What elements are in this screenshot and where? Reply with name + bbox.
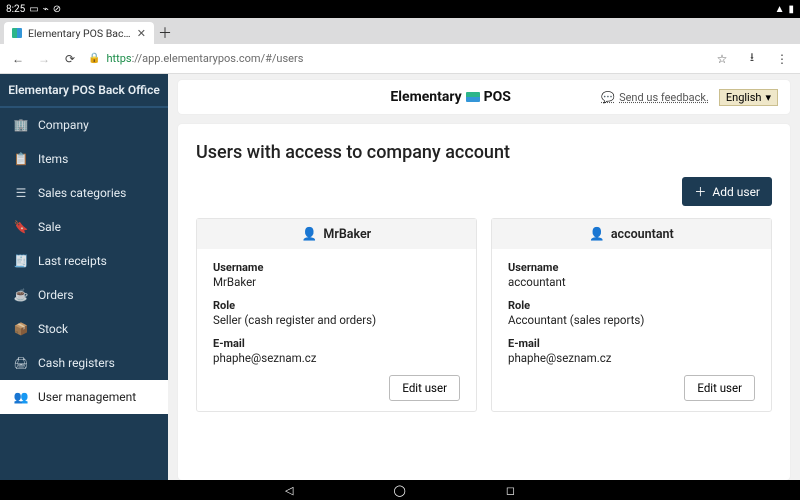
- layers-icon: ☰: [14, 186, 28, 200]
- user-card-header: 👤 MrBaker: [197, 219, 476, 249]
- users-icon: 👥: [14, 390, 28, 404]
- sidebar: Elementary POS Back Office 🏢 Company 📋 I…: [0, 74, 168, 480]
- label-username: Username: [213, 261, 460, 274]
- user-card: 👤 MrBaker Username MrBaker Role Seller (…: [196, 218, 477, 412]
- nav-recent-icon[interactable]: ◻: [506, 484, 515, 497]
- sidebar-item-items[interactable]: 📋 Items: [0, 142, 168, 176]
- back-button[interactable]: ←: [10, 52, 26, 66]
- chat-icon: 💬: [601, 91, 615, 104]
- person-icon: 👤: [589, 227, 605, 242]
- user-cards: 👤 MrBaker Username MrBaker Role Seller (…: [196, 218, 772, 412]
- nav-back-icon[interactable]: ◁: [285, 484, 293, 497]
- brand-text-a: Elementary: [390, 89, 461, 105]
- brand-bars-icon: [466, 92, 480, 102]
- menu-button[interactable]: ⋮: [774, 52, 790, 66]
- sidebar-item-label: User management: [38, 390, 136, 404]
- value-username: MrBaker: [213, 275, 460, 289]
- browser-toolbar: ← → ⟳ 🔒 https://app.elementarypos.com/#/…: [0, 44, 800, 74]
- tag-icon: 🔖: [14, 220, 28, 234]
- brand-logo: Elementary POS: [310, 89, 591, 105]
- download-button[interactable]: ⭳: [744, 48, 760, 69]
- add-user-button[interactable]: ＋ Add user: [682, 177, 772, 206]
- value-username: accountant: [508, 275, 755, 289]
- sidebar-item-label: Stock: [38, 322, 68, 336]
- sidebar-item-last-receipts[interactable]: 🧾 Last receipts: [0, 244, 168, 278]
- status-icon-block: ⊘: [53, 4, 61, 15]
- sidebar-item-label: Last receipts: [38, 254, 107, 268]
- sidebar-item-label: Cash registers: [38, 356, 115, 370]
- sidebar-header: Elementary POS Back Office: [0, 74, 168, 108]
- edit-user-button[interactable]: Edit user: [389, 375, 460, 401]
- main-area: Elementary POS 💬 Send us feedback. Engli…: [168, 74, 800, 480]
- new-tab-button[interactable]: ＋: [154, 22, 176, 44]
- edit-user-button[interactable]: Edit user: [684, 375, 755, 401]
- sidebar-item-user-management[interactable]: 👥 User management: [0, 380, 168, 414]
- user-card: 👤 accountant Username accountant Role Ac…: [491, 218, 772, 412]
- person-icon: 👤: [302, 227, 318, 242]
- building-icon: 🏢: [14, 118, 28, 132]
- value-email: phaphe@seznam.cz: [508, 351, 755, 365]
- forward-button[interactable]: →: [36, 52, 52, 66]
- value-role: Accountant (sales reports): [508, 313, 755, 327]
- sidebar-item-label: Company: [38, 118, 89, 132]
- android-status-bar: 8:25 ▭ ⌁ ⊘ ▲ ▮: [0, 0, 800, 18]
- send-feedback-link[interactable]: 💬 Send us feedback.: [601, 91, 709, 104]
- chevron-down-icon: ▾: [765, 91, 771, 104]
- sidebar-item-orders[interactable]: ☕ Orders: [0, 278, 168, 312]
- label-username: Username: [508, 261, 755, 274]
- cup-icon: ☕: [14, 288, 28, 302]
- box-icon: 📦: [14, 322, 28, 336]
- user-display-name: MrBaker: [323, 227, 371, 242]
- status-time: 8:25: [6, 4, 25, 15]
- cash-register-icon: 🖨: [14, 356, 28, 370]
- user-card-header: 👤 accountant: [492, 219, 771, 249]
- add-user-label: Add user: [712, 185, 760, 199]
- feedback-label: Send us feedback.: [619, 91, 709, 104]
- app-viewport: Elementary POS Back Office 🏢 Company 📋 I…: [0, 74, 800, 480]
- android-nav-bar: ◁ ◯ ◻: [0, 480, 800, 500]
- sidebar-item-sales-categories[interactable]: ☰ Sales categories: [0, 176, 168, 210]
- clipboard-icon: 📋: [14, 152, 28, 166]
- tab-favicon: [12, 28, 22, 38]
- wifi-icon: ▲: [775, 4, 785, 15]
- label-email: E-mail: [213, 337, 460, 350]
- sidebar-item-label: Sale: [38, 220, 61, 234]
- status-icon-card: ▭: [29, 4, 38, 15]
- tab-title: Elementary POS Back office: [28, 27, 131, 40]
- sidebar-item-label: Items: [38, 152, 68, 166]
- language-label: English: [726, 91, 762, 104]
- user-display-name: accountant: [611, 227, 674, 242]
- url-bar[interactable]: 🔒 https://app.elementarypos.com/#/users: [88, 52, 704, 65]
- brand-text-b: POS: [484, 89, 511, 105]
- receipt-icon: 🧾: [14, 254, 28, 268]
- sidebar-item-label: Orders: [38, 288, 74, 302]
- value-email: phaphe@seznam.cz: [213, 351, 460, 365]
- sidebar-item-company[interactable]: 🏢 Company: [0, 108, 168, 142]
- bookmark-button[interactable]: ☆: [714, 52, 730, 66]
- browser-tab[interactable]: Elementary POS Back office ✕: [4, 22, 154, 44]
- label-email: E-mail: [508, 337, 755, 350]
- reload-button[interactable]: ⟳: [62, 52, 78, 66]
- content-panel: Users with access to company account ＋ A…: [178, 124, 790, 480]
- value-role: Seller (cash register and orders): [213, 313, 460, 327]
- sidebar-item-label: Sales categories: [38, 186, 126, 200]
- url-proto: https: [106, 52, 131, 65]
- plus-icon: ＋: [694, 183, 706, 200]
- app-topbar: Elementary POS 💬 Send us feedback. Engli…: [178, 80, 790, 114]
- label-role: Role: [508, 299, 755, 312]
- sidebar-item-cash-registers[interactable]: 🖨 Cash registers: [0, 346, 168, 380]
- sidebar-item-sale[interactable]: 🔖 Sale: [0, 210, 168, 244]
- language-selector[interactable]: English ▾: [719, 89, 778, 106]
- battery-icon: ▮: [788, 4, 794, 15]
- sidebar-item-stock[interactable]: 📦 Stock: [0, 312, 168, 346]
- label-role: Role: [213, 299, 460, 312]
- nav-home-icon[interactable]: ◯: [394, 484, 406, 497]
- page-title: Users with access to company account: [196, 142, 772, 163]
- tab-close-icon[interactable]: ✕: [137, 27, 146, 40]
- status-icon-debug: ⌁: [43, 4, 49, 15]
- lock-icon: 🔒: [88, 53, 100, 64]
- url-rest: ://app.elementarypos.com/#/users: [132, 52, 304, 65]
- browser-tabstrip: Elementary POS Back office ✕ ＋: [0, 18, 800, 44]
